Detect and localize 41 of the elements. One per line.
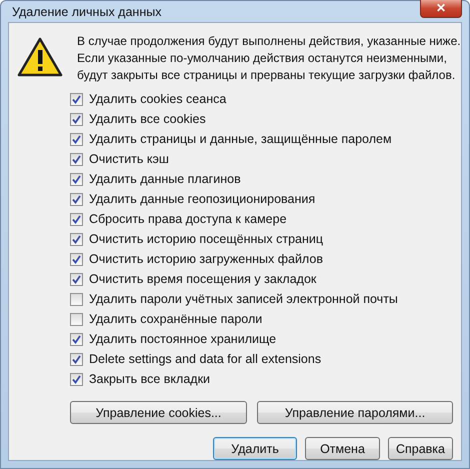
option-label: Очистить кэш bbox=[89, 152, 169, 166]
option-label: Удалить пароли учётных записей электронной почты bbox=[89, 292, 398, 306]
checkbox[interactable] bbox=[70, 332, 83, 346]
warning-message: Если указанные по-умолчанию действия останутся неизменными, bbox=[77, 50, 448, 66]
option-label: Закрыть все вкладки bbox=[89, 372, 210, 386]
warning-icon bbox=[17, 37, 63, 77]
option-label: Удалить данные плагинов bbox=[89, 172, 241, 186]
option-label: Удалить cookies сеанса bbox=[89, 92, 226, 106]
warning-message: будут закрыты все страницы и прерваны текущие загрузки файлов. bbox=[77, 67, 456, 83]
manage-button[interactable]: Управление паролями... bbox=[257, 401, 453, 424]
checkbox[interactable] bbox=[70, 112, 83, 126]
option-label: Delete settings and data for all extensions bbox=[89, 352, 322, 366]
close-button[interactable]: ✕ bbox=[420, 0, 462, 18]
dialog-button[interactable]: Отмена bbox=[305, 437, 380, 460]
checkbox[interactable] bbox=[70, 252, 83, 266]
checkbox[interactable] bbox=[70, 172, 83, 186]
checkbox[interactable] bbox=[70, 232, 83, 246]
checkbox[interactable] bbox=[70, 312, 83, 326]
checkbox[interactable] bbox=[70, 352, 83, 366]
checkbox[interactable] bbox=[70, 372, 83, 386]
manage-button[interactable]: Управление cookies... bbox=[70, 401, 247, 424]
option-label: Удалить страницы и данные, защищённые паролем bbox=[89, 132, 392, 146]
warning-message: В случае продолжения будут выполнены действия, указанные ниже. bbox=[77, 33, 461, 49]
checkbox[interactable] bbox=[70, 292, 83, 306]
option-label: Удалить сохранённые пароли bbox=[89, 312, 262, 326]
dialog-button[interactable]: Удалить bbox=[213, 437, 297, 460]
dialog-button[interactable]: Справка bbox=[388, 437, 453, 460]
checkbox[interactable] bbox=[70, 272, 83, 286]
option-label: Удалить постоянное хранилище bbox=[89, 332, 276, 346]
option-label: Сбросить права доступа к камере bbox=[89, 212, 287, 226]
checkbox[interactable] bbox=[70, 132, 83, 146]
checkbox[interactable] bbox=[70, 212, 83, 226]
option-label: Очистить историю посещённых страниц bbox=[89, 232, 324, 246]
option-label: Удалить данные геопозиционирования bbox=[89, 192, 316, 206]
checkbox[interactable] bbox=[70, 92, 83, 106]
checkbox[interactable] bbox=[70, 192, 83, 206]
option-label: Удалить все cookies bbox=[89, 112, 206, 126]
window-title: Удаление личных данных bbox=[11, 4, 162, 18]
option-label: Очистить историю загруженных файлов bbox=[89, 252, 323, 266]
option-label: Очистить время посещения у закладок bbox=[89, 272, 316, 286]
checkbox[interactable] bbox=[70, 152, 83, 166]
